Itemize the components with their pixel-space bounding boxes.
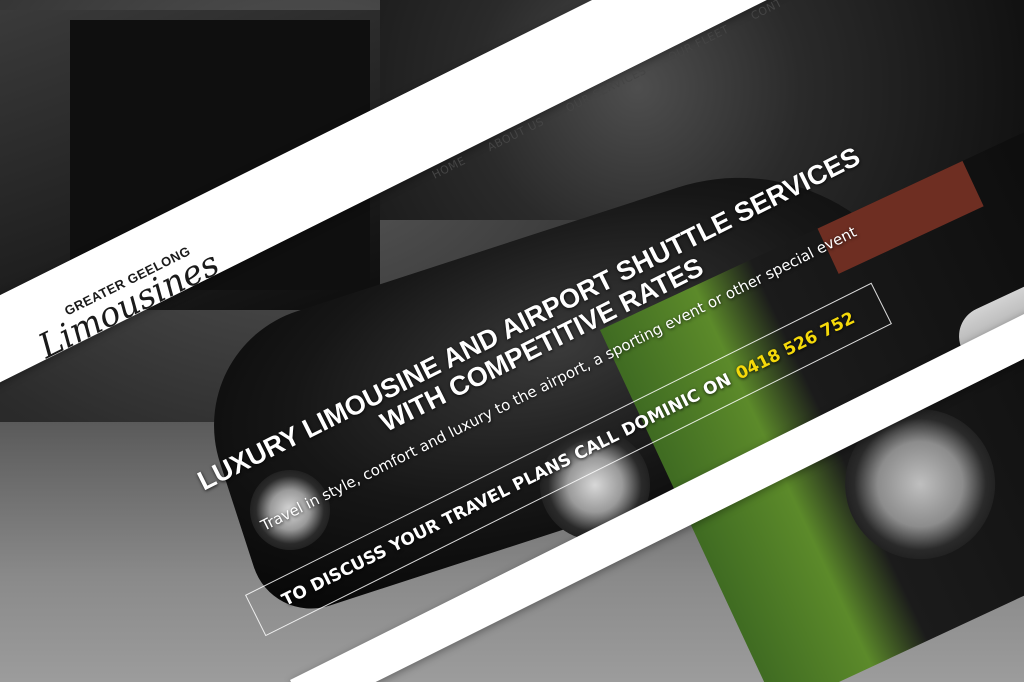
main-nav: Home About Us Our Services Our Fleet Con…: [430, 0, 785, 182]
nav-item-contact[interactable]: Cont: [749, 0, 785, 23]
nav-item-about-us[interactable]: About Us: [485, 115, 546, 154]
site-logo[interactable]: Greater Geelong Limousines: [28, 235, 225, 367]
nav-item-our-services[interactable]: Our Services: [564, 64, 649, 115]
page-screenshot: Greater Geelong Limousines Home About Us…: [0, 0, 1024, 682]
nav-item-home[interactable]: Home: [430, 154, 468, 182]
nav-item-our-fleet[interactable]: Our Fleet: [666, 23, 731, 64]
